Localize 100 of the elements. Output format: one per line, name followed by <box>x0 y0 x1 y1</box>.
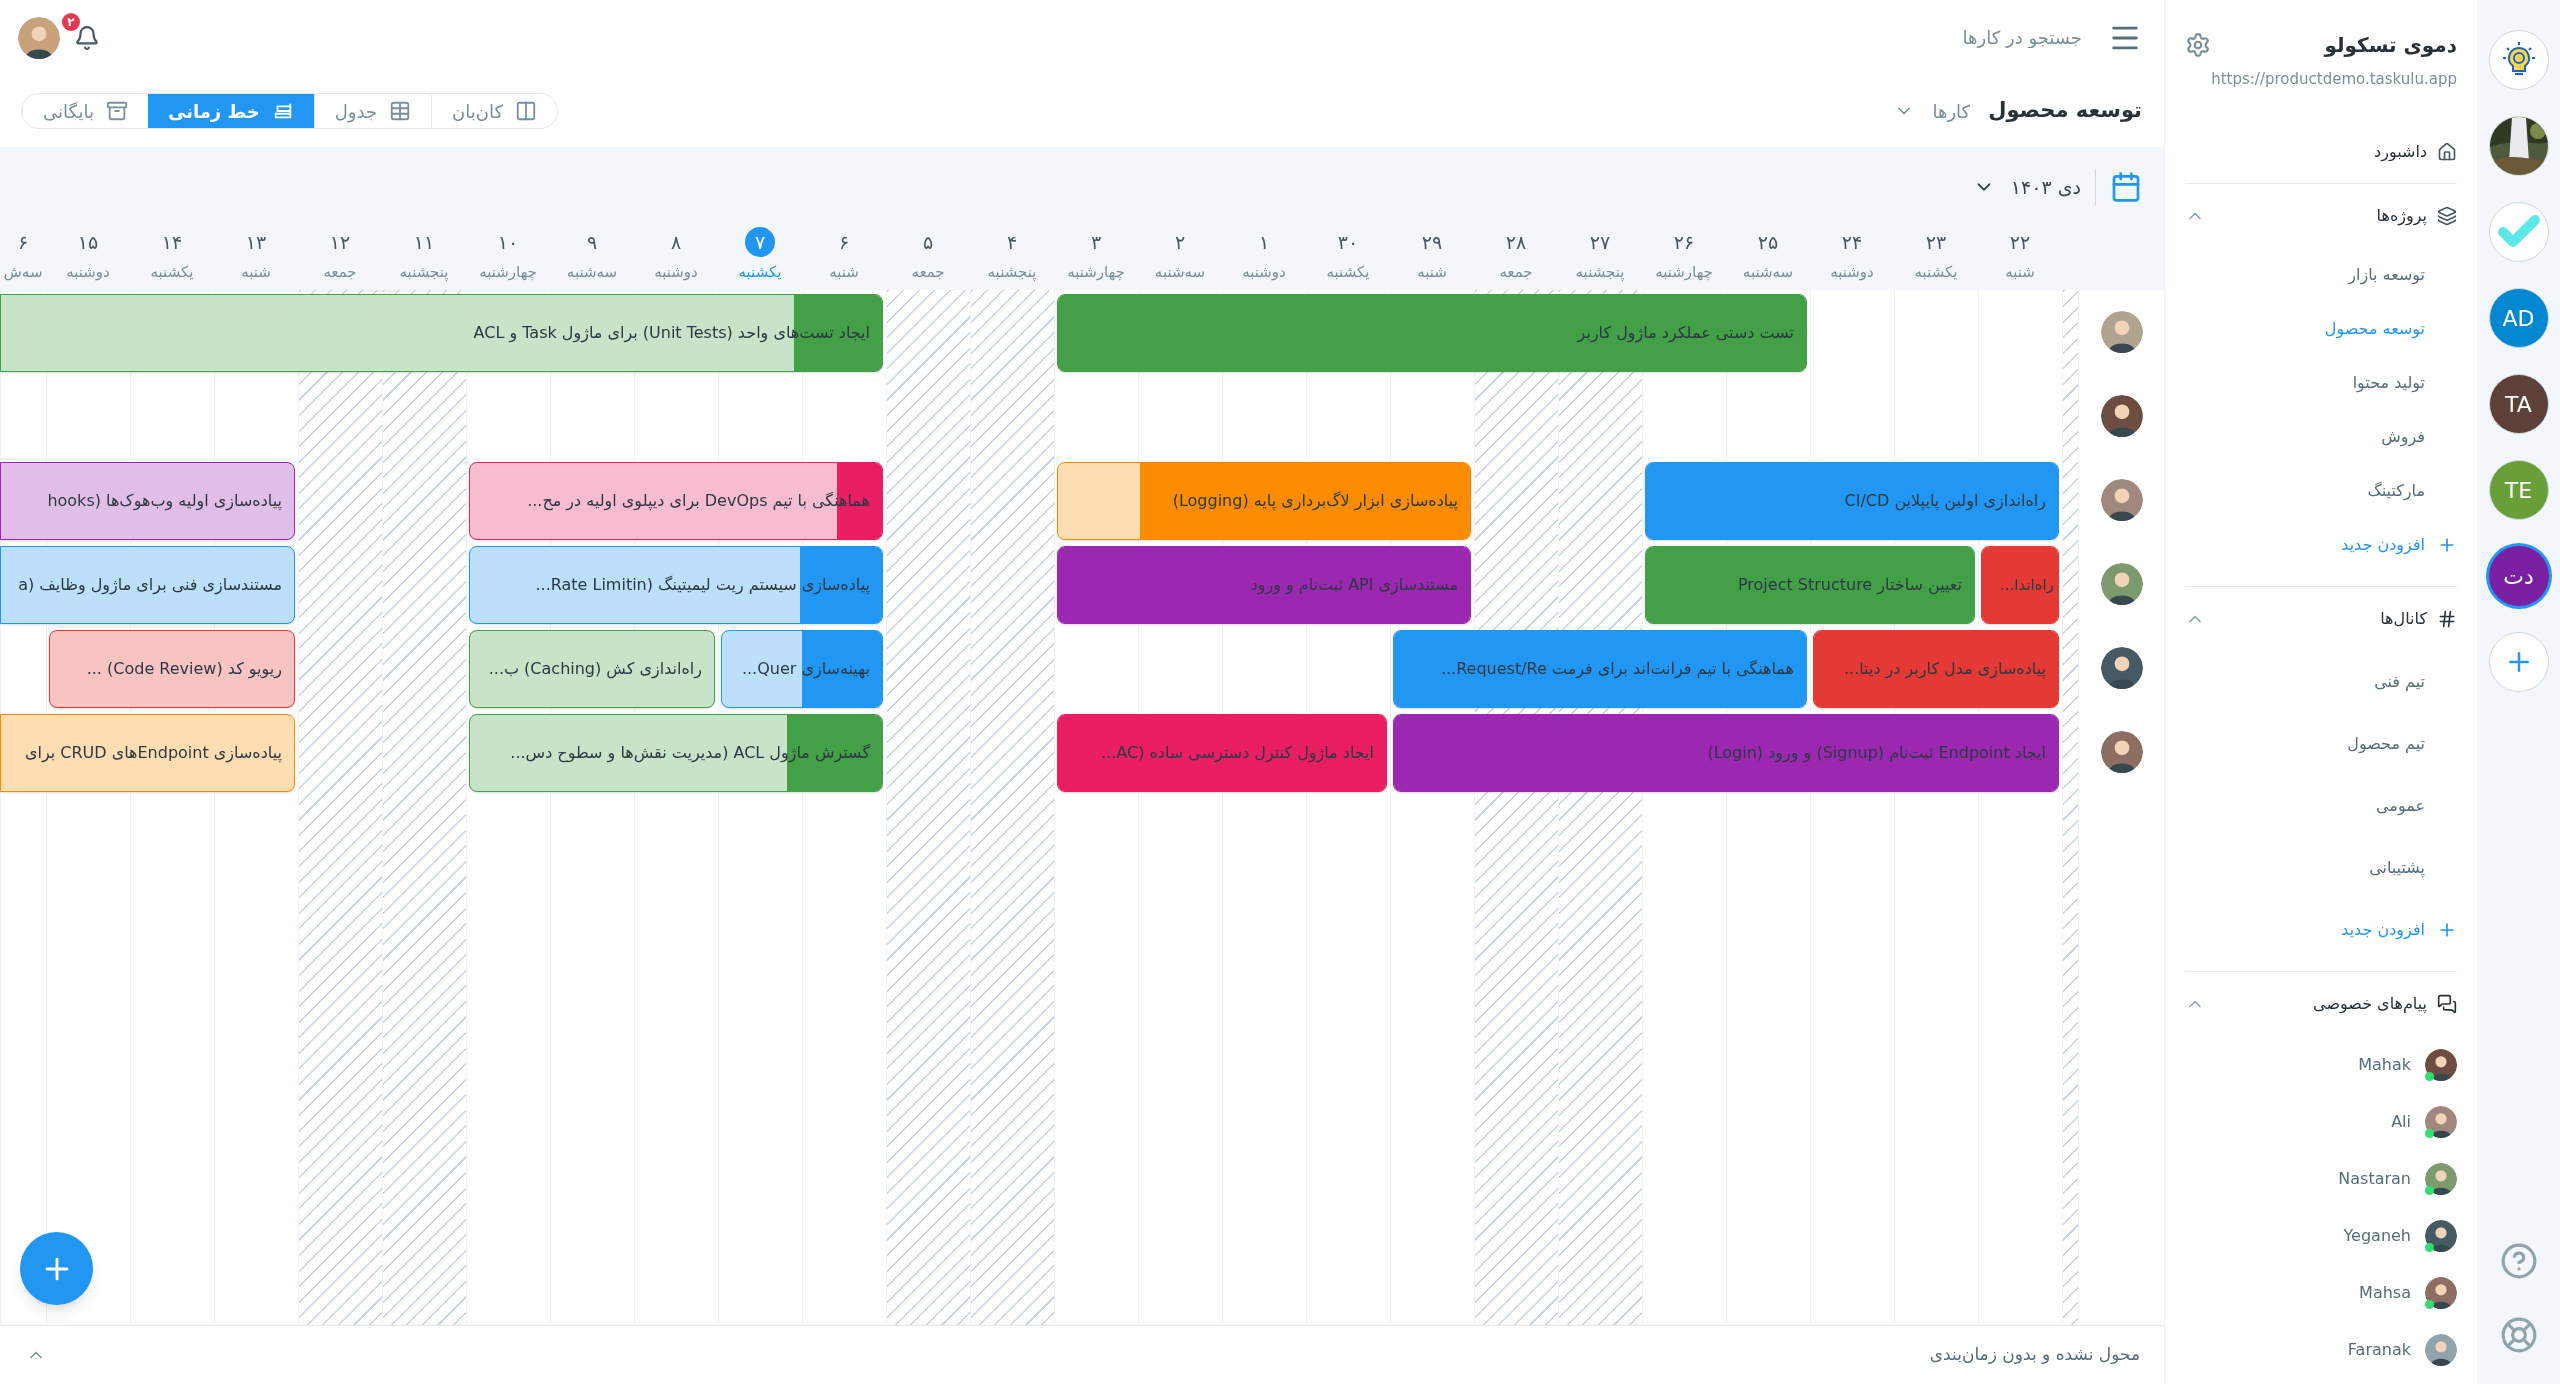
user-name[interactable]: Faranak <box>2347 1337 2411 1362</box>
day-number[interactable]: ۲۵ <box>1753 227 1783 257</box>
sidebar-item[interactable]: داشبورد <box>2374 139 2427 164</box>
section-title[interactable]: کانال‌ها <box>2380 607 2427 631</box>
add-button[interactable] <box>20 1232 93 1305</box>
help-icon[interactable] <box>2499 1242 2538 1280</box>
user-name[interactable]: Yeganeh <box>2343 1223 2411 1248</box>
task-bar[interactable]: پیاده‌سازی ابزار لاگ‌برداری پایه (Logging) <box>1057 462 1471 540</box>
day-number[interactable]: ۱۰ <box>493 227 523 257</box>
task-title: ایجاد Endpoint ثبت‌نام (Signup) و ورود (Login) <box>1706 743 2047 763</box>
avatar <box>2425 1333 2457 1366</box>
day-number[interactable]: ۲۲ <box>2005 227 2035 257</box>
weekday-label: سه‌شنبه <box>1742 262 1794 283</box>
user-name[interactable]: Mahsa <box>2359 1280 2411 1305</box>
task-bar[interactable]: راه‌اندازی اولین پایپلاین CI/CD <box>1645 462 2059 540</box>
task-bar[interactable]: ریویو کد (Code Review) ... <box>49 630 295 708</box>
weekday-label: دوشنبه <box>1242 262 1286 283</box>
workspace-button[interactable]: TA <box>2488 374 2549 434</box>
calendar-icon[interactable] <box>2110 171 2142 203</box>
day-number[interactable]: ۲۷ <box>1585 227 1615 257</box>
month-picker[interactable]: دی ۱۴۰۳ <box>1972 172 2081 202</box>
sidebar-item[interactable]: تولید محتوا <box>2352 371 2425 395</box>
sidebar-item[interactable]: تیم محصول <box>2347 732 2425 756</box>
view-tab[interactable]: کان‌بان <box>431 94 558 128</box>
user-name[interactable]: Ali <box>2391 1109 2411 1134</box>
sidebar-item[interactable]: مارکتینگ <box>2367 479 2425 503</box>
layers-icon <box>2437 206 2457 226</box>
weekday-label: یکشنبه <box>738 262 782 283</box>
weekday-label: شنبه <box>241 262 271 283</box>
workspace-url[interactable]: https://productdemo.taskulu.app <box>2211 67 2457 91</box>
task-bar[interactable]: تست دستی عملکرد ماژول کاربر <box>1057 294 1807 372</box>
task-title: پیاده‌سازی مدل کاربر در دیتا... <box>1842 659 2047 679</box>
sidebar-item[interactable]: عمومی <box>2376 794 2425 818</box>
task-title: تست دستی عملکرد ماژول کاربر <box>1575 323 1795 343</box>
day-number[interactable]: ۸ <box>661 227 691 257</box>
user-name[interactable]: Mahak <box>2358 1052 2411 1077</box>
home-icon <box>2437 141 2457 162</box>
day-number[interactable]: ۱۴ <box>157 227 187 257</box>
weekday-label: جمعه <box>1499 262 1533 283</box>
task-title: هماهنگی با تیم فرانت‌اند برای فرمت Request/Re... <box>1439 659 1795 679</box>
day-number[interactable]: ۶ <box>829 227 859 257</box>
sidebar-item[interactable]: تیم فنی <box>2374 670 2425 694</box>
day-number[interactable]: ۲۳ <box>1921 227 1951 257</box>
day-number[interactable]: ۲۸ <box>1501 227 1531 257</box>
day-number[interactable]: ۲۶ <box>1669 227 1699 257</box>
task-title: راه‌اندازی اولین پایپلاین CI/CD <box>1843 491 2047 511</box>
weekday-label: چهارشنبه <box>479 262 537 283</box>
task-bar[interactable]: پیاده‌سازی اولیه وب‌هوک‌ها (hooks <box>0 462 295 540</box>
day-number[interactable]: ۱۳ <box>241 227 271 257</box>
task-bar[interactable]: پیاده‌سازی سیستم ریت لیمیتینگ (Rate Limitin... <box>469 546 883 624</box>
task-title: پیاده‌سازی سیستم ریت لیمیتینگ (Rate Limitin... <box>534 575 871 595</box>
avatar <box>2425 1105 2457 1138</box>
support-icon[interactable] <box>2499 1316 2538 1354</box>
section-title[interactable]: پیام‌های خصوصی <box>2313 992 2427 1016</box>
weekday-label: یکشنبه <box>1326 262 1370 283</box>
task-title: بهینه‌سازی Quer... <box>740 659 871 679</box>
weekday-label: چهارشنبه <box>1655 262 1713 283</box>
task-bar[interactable]: راه‌اندازی کش (Caching) ب... <box>469 630 715 708</box>
weekday-label: سه‌شنبه <box>566 262 618 283</box>
task-title: پیاده‌سازی ابزار لاگ‌برداری پایه (Logging) <box>1171 491 1459 511</box>
task-title: ایجاد ماژول کنترل دسترسی ساده (AC... <box>1100 743 1375 763</box>
day-number[interactable]: ۲۹ <box>1417 227 1447 257</box>
task-bar[interactable]: بهینه‌سازی Quer... <box>721 630 883 708</box>
task-bar[interactable]: تعیین ساختار Project Structure <box>1645 546 1975 624</box>
workspace-button[interactable]: دت <box>2488 546 2549 606</box>
workspace-button[interactable]: AD <box>2488 288 2549 348</box>
notification-bell-icon[interactable] <box>74 24 100 51</box>
view-tab[interactable]: بایگانی <box>22 94 148 128</box>
sidebar-item[interactable]: فروش <box>2381 425 2425 449</box>
sidebar-item[interactable]: پشتیبانی <box>2369 856 2425 880</box>
weekday-label: پنجشنبه <box>987 262 1037 284</box>
weekday-label: پنجشنبه <box>1575 262 1625 284</box>
day-number[interactable]: ۱۲ <box>325 227 355 257</box>
settings-icon[interactable] <box>2185 31 2211 58</box>
day-number[interactable]: ۳ <box>1081 227 1111 257</box>
project-title: توسعه محصول <box>1988 97 2142 125</box>
weekday-label: چهارشنبه <box>1067 262 1125 283</box>
day-number[interactable]: ۹ <box>577 227 607 257</box>
section-dropdown[interactable]: کارها <box>1894 97 1971 125</box>
day-number[interactable]: ۵ <box>913 227 943 257</box>
columns-icon <box>515 100 538 122</box>
day-number[interactable]: ۱۱ <box>409 227 439 257</box>
section-title[interactable]: پروژه‌ها <box>2376 204 2427 228</box>
task-bar[interactable]: هماهنگی با تیم فرانت‌اند برای فرمت Request/Re... <box>1393 630 1807 708</box>
day-number[interactable]: ۴ <box>997 227 1027 257</box>
task-bar[interactable]: مستندسازی فنی برای ماژول وظایف (a <box>0 546 295 624</box>
day-number[interactable]: ۱۵ <box>73 227 103 257</box>
avatar <box>2425 1162 2457 1195</box>
task-title: راه‌اندا... <box>1999 575 2055 595</box>
day-number[interactable]: ۶ <box>8 227 38 257</box>
user-name[interactable]: Nastaran <box>2338 1166 2411 1191</box>
avatar <box>18 16 60 59</box>
sidebar-item[interactable]: توسعه بازار <box>2348 263 2425 287</box>
day-number[interactable]: ۲۴ <box>1837 227 1867 257</box>
day-number[interactable]: ۳۰ <box>1333 227 1363 257</box>
weekday-label: دوشنبه <box>654 262 698 283</box>
task-bar[interactable]: پیاده‌سازی Endpointهای CRUD برای <box>0 714 295 792</box>
day-number[interactable]: ۱ <box>1249 227 1279 257</box>
day-number[interactable]: ۲ <box>1165 227 1195 257</box>
search-field[interactable]: جستجو در کارها <box>1762 17 2082 58</box>
